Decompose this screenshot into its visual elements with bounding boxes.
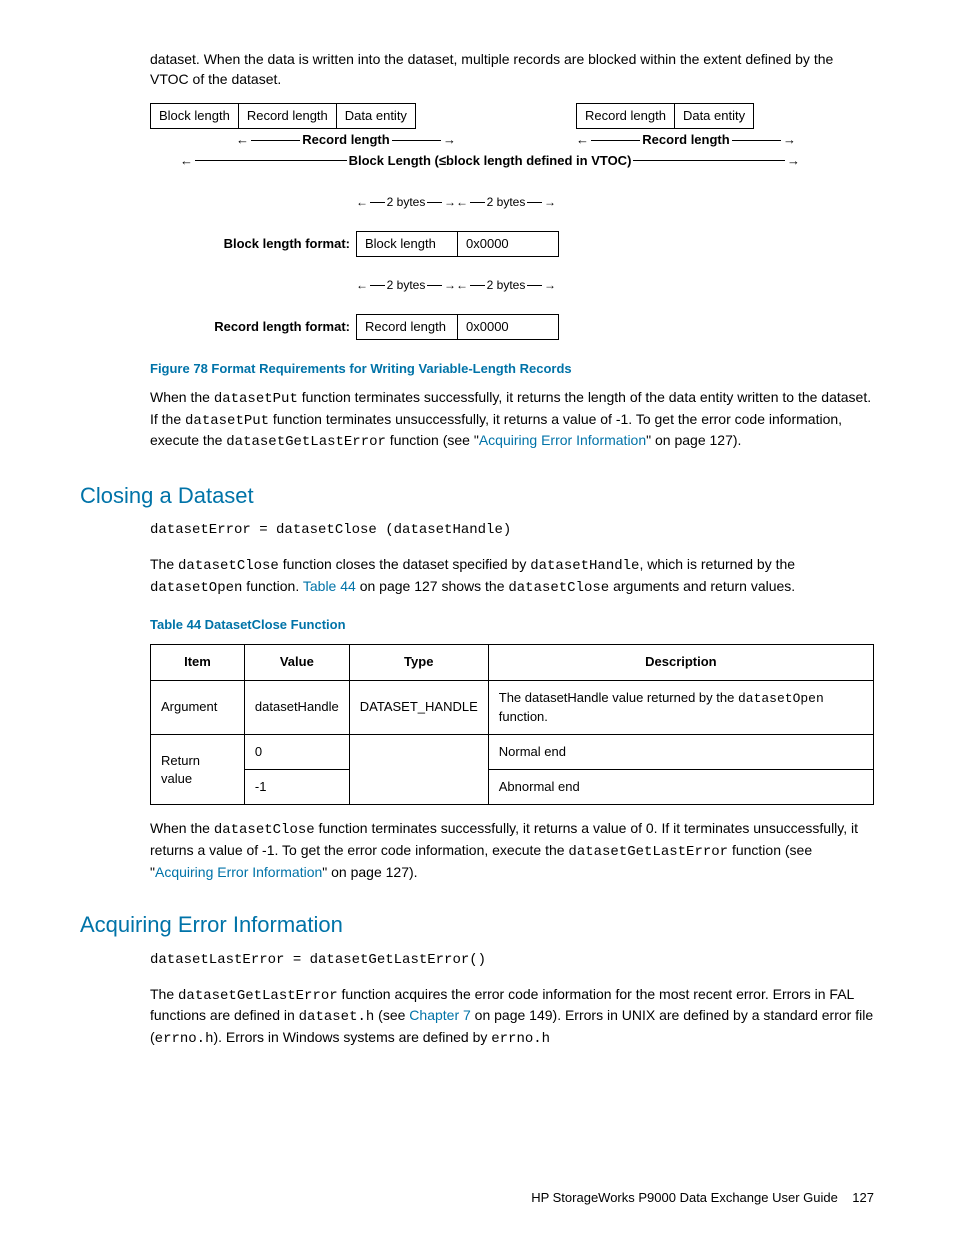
table-row: Return value 0 Normal end [151, 735, 874, 770]
diagram-cell: 0x0000 [457, 314, 559, 340]
arrow-right-icon: → [444, 194, 456, 211]
diagram-label: Record length [302, 131, 389, 149]
bytes-label: 2 bytes [487, 277, 526, 294]
table-datasetclose: Item Value Type Description Argument dat… [150, 644, 874, 805]
block-format-label: Block length format: [150, 235, 356, 253]
diagram-cell: Record length [238, 103, 336, 129]
arrow-left-icon: ← [356, 194, 368, 211]
arrow-left-icon: ← [576, 131, 589, 149]
diagram-label: Block Length (≤block length defined in V… [349, 152, 632, 170]
code-line: datasetLastError = datasetGetLastError() [150, 951, 874, 971]
diagram-cell: Block length [150, 103, 238, 129]
code-line: datasetError = datasetClose (datasetHand… [150, 521, 874, 541]
table-header: Item [151, 645, 245, 680]
diagram-cell: Data entity [674, 103, 754, 129]
arrow-right-icon: → [544, 194, 556, 211]
link-chapter-7[interactable]: Chapter 7 [409, 1007, 470, 1023]
arrow-right-icon: → [544, 277, 556, 294]
body-paragraph: The datasetGetLastError function acquire… [150, 985, 874, 1050]
intro-paragraph: dataset. When the data is written into t… [150, 50, 874, 89]
heading-acquiring-error: Acquiring Error Information [80, 910, 874, 941]
diagram-cell: Block length [356, 231, 457, 257]
page-footer: HP StorageWorks P9000 Data Exchange User… [80, 1189, 874, 1207]
figure-diagram: Block length Record length Data entity ←… [150, 103, 874, 340]
table-header: Type [349, 645, 488, 680]
arrow-right-icon: → [787, 152, 800, 170]
arrow-left-icon: ← [356, 277, 368, 294]
arrow-left-icon: ← [456, 277, 468, 294]
diagram-cell: 0x0000 [457, 231, 559, 257]
arrow-left-icon: ← [236, 131, 249, 149]
arrow-right-icon: → [443, 131, 456, 149]
arrow-right-icon: → [783, 131, 796, 149]
link-acquiring-error[interactable]: Acquiring Error Information [479, 432, 646, 448]
body-paragraph: The datasetClose function closes the dat… [150, 555, 874, 598]
table-row: -1 Abnormal end [151, 770, 874, 805]
diagram-cell: Data entity [336, 103, 416, 129]
bytes-label: 2 bytes [387, 194, 426, 211]
figure-caption: Figure 78 Format Requirements for Writin… [150, 360, 874, 378]
body-paragraph: When the datasetPut function terminates … [150, 388, 874, 453]
bytes-label: 2 bytes [487, 194, 526, 211]
table-row: Argument datasetHandle DATASET_HANDLE Th… [151, 680, 874, 734]
link-table-44[interactable]: Table 44 [303, 578, 356, 594]
record-format-label: Record length format: [150, 318, 356, 336]
diagram-cell: Record length [576, 103, 674, 129]
table-header: Description [488, 645, 873, 680]
link-acquiring-error[interactable]: Acquiring Error Information [155, 864, 322, 880]
bytes-label: 2 bytes [387, 277, 426, 294]
body-paragraph: When the datasetClose function terminate… [150, 819, 874, 882]
arrow-left-icon: ← [456, 194, 468, 211]
heading-closing-dataset: Closing a Dataset [80, 481, 874, 512]
arrow-right-icon: → [444, 277, 456, 294]
diagram-cell: Record length [356, 314, 457, 340]
diagram-label: Record length [642, 131, 729, 149]
table-caption: Table 44 DatasetClose Function [150, 616, 874, 634]
arrow-left-icon: ← [180, 152, 193, 170]
table-header: Value [244, 645, 349, 680]
